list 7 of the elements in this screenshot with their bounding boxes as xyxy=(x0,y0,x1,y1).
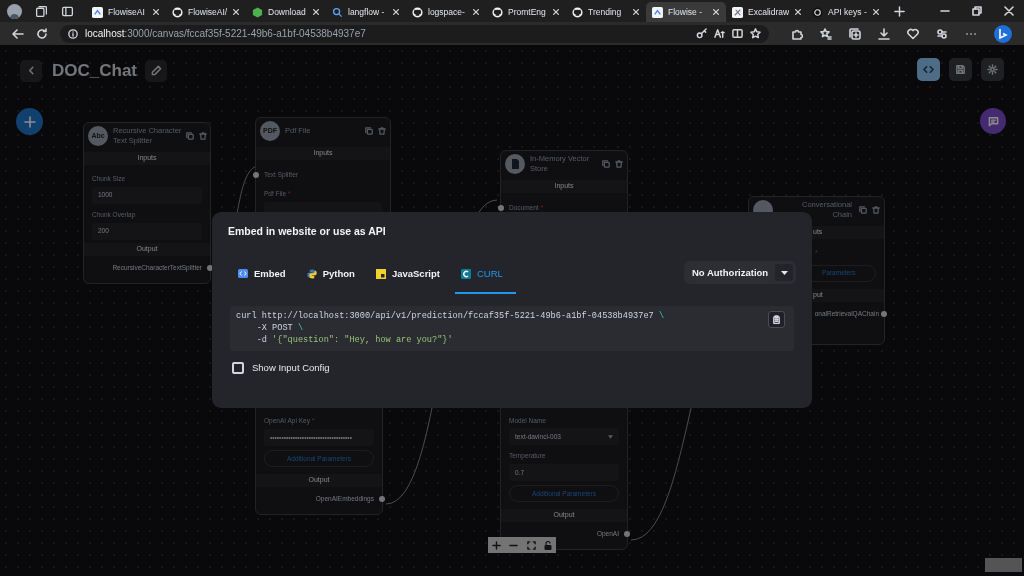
code-line: -d '{"question": "Hey, how are you?"}' xyxy=(255,334,453,347)
code-line: -X POST \ xyxy=(255,322,304,335)
dialog-title: Embed in website or use as API xyxy=(228,224,387,239)
checkbox-label: Show Input Config xyxy=(252,360,330,375)
flow-title: DOC_Chat xyxy=(52,60,137,82)
url-text: localhost:3000/canvas/fccaf35f-5221-49b6-a1bf-04538b4937e7 xyxy=(85,27,367,41)
code-line: curl http://localhost:3000/api/v1/prediction/fccaf35f-5221-49b6-a1bf-04538b4937e7 \ xyxy=(236,310,665,323)
